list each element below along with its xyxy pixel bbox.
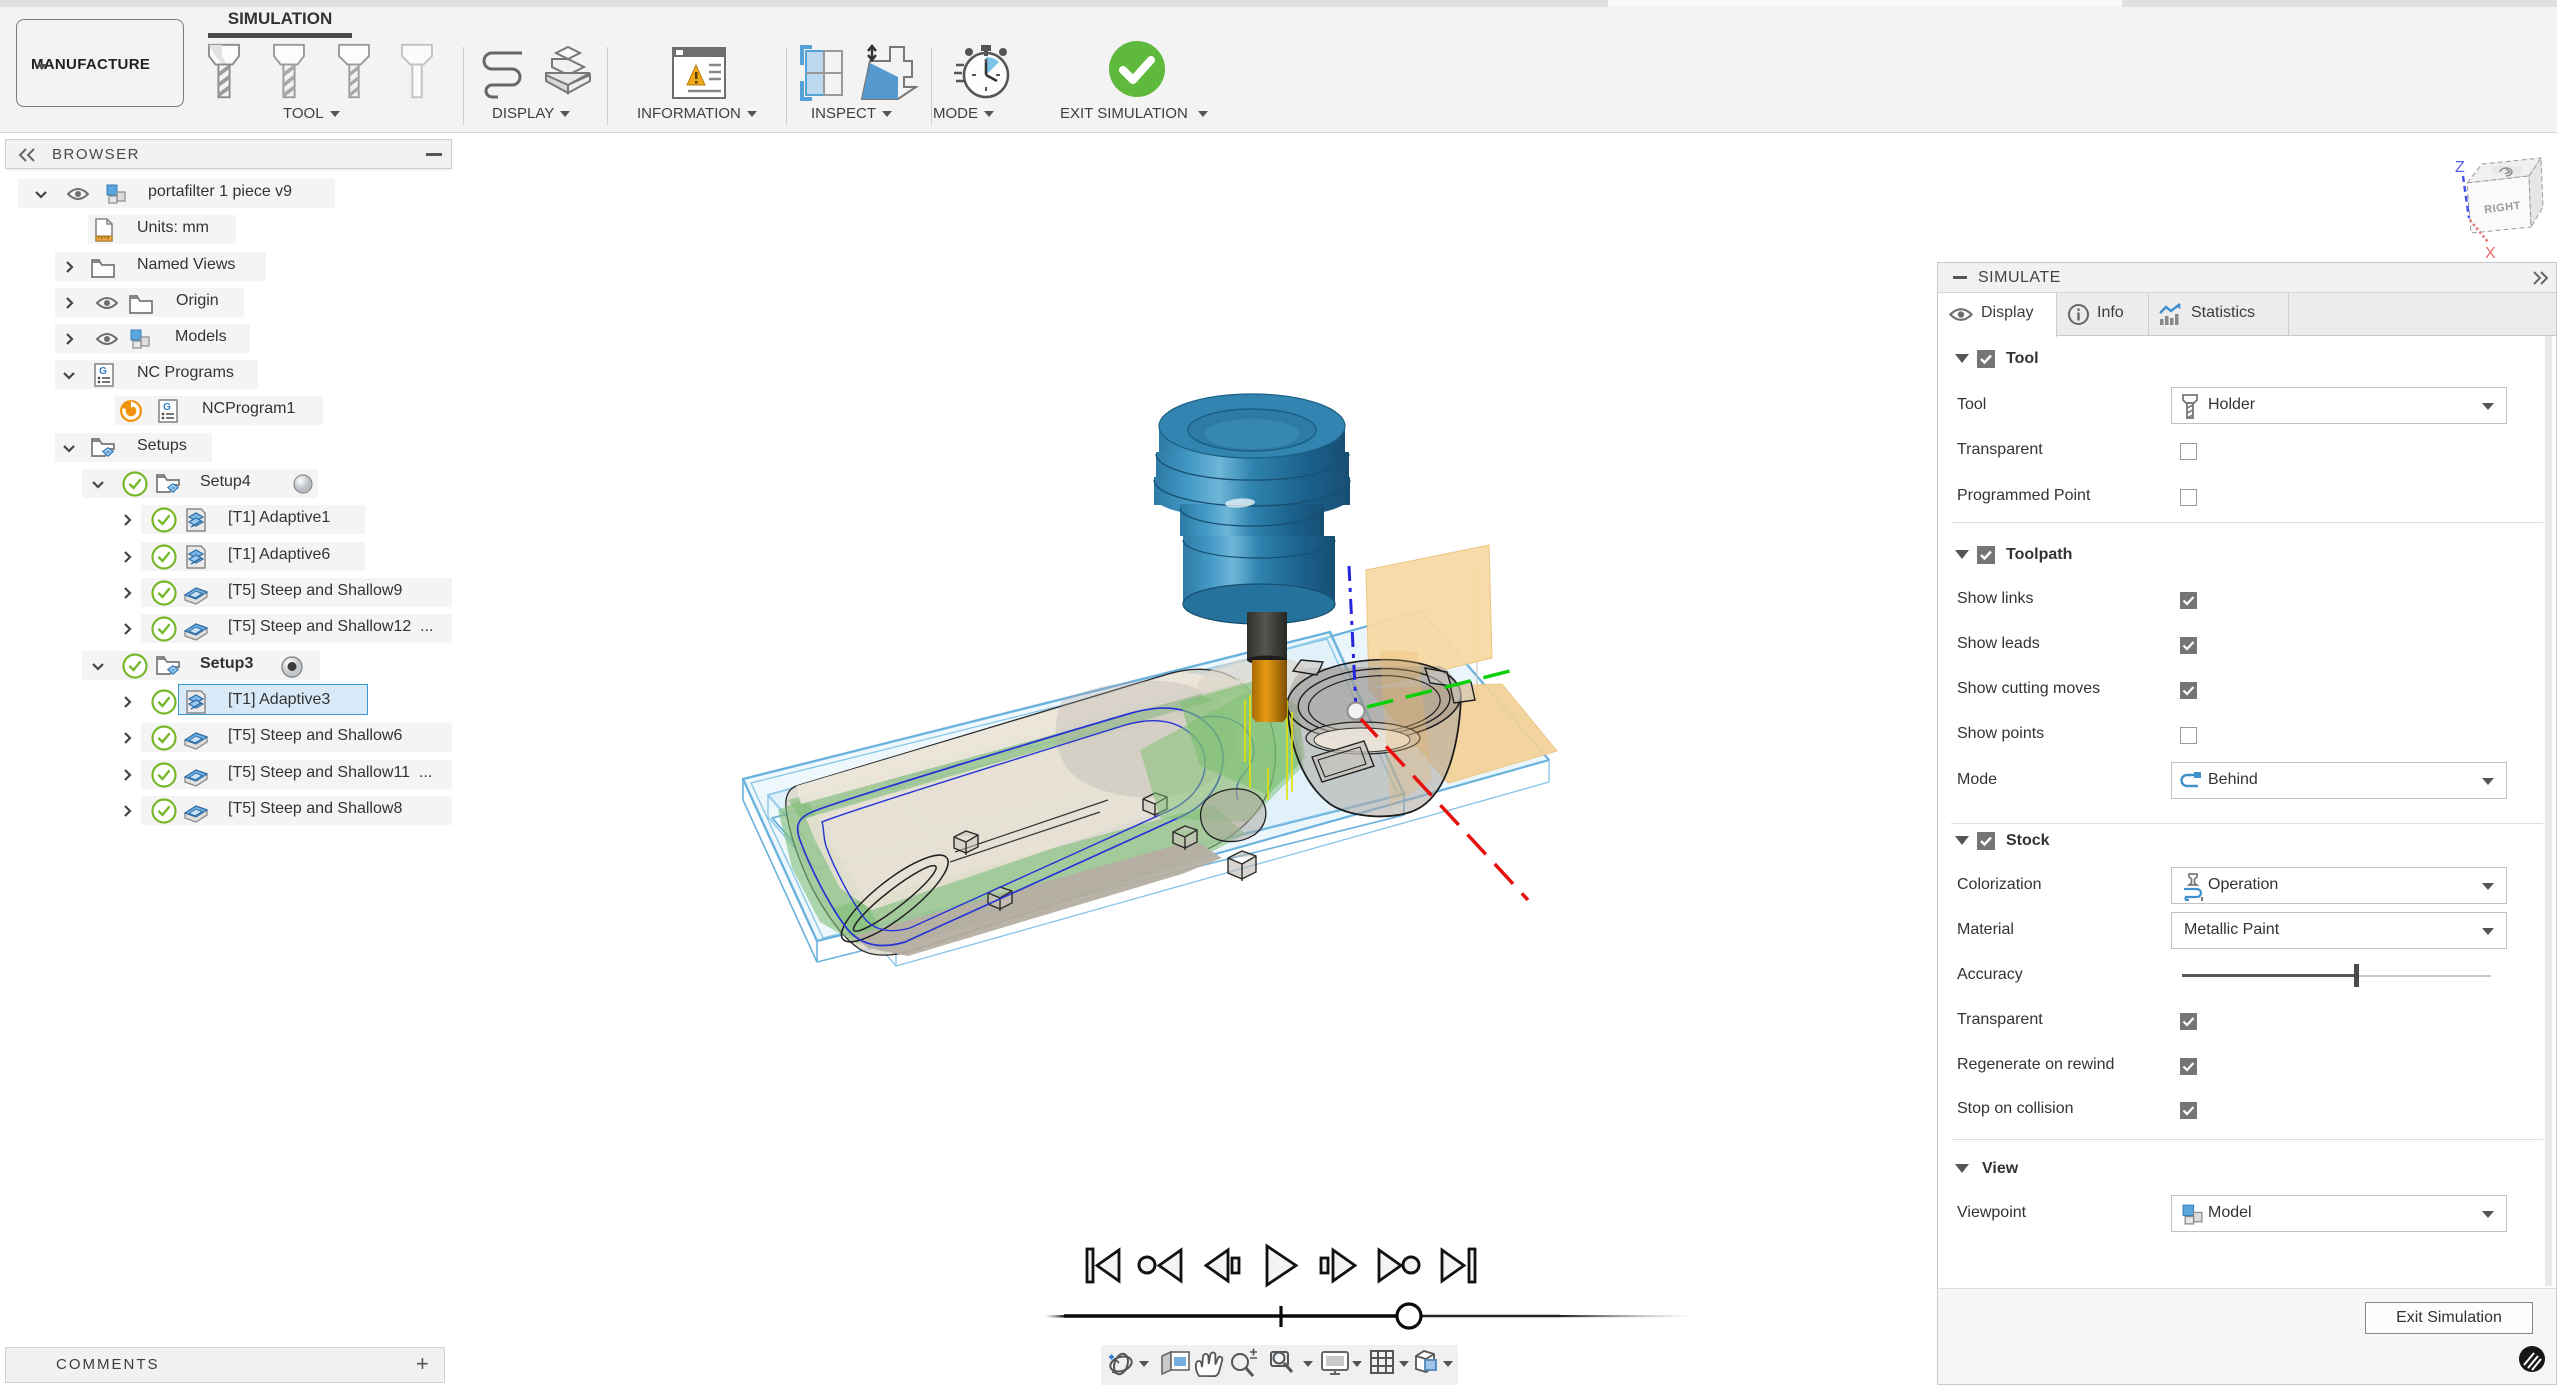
- svg-text:Z: Z: [2455, 159, 2465, 176]
- svg-text:X: X: [2485, 245, 2496, 262]
